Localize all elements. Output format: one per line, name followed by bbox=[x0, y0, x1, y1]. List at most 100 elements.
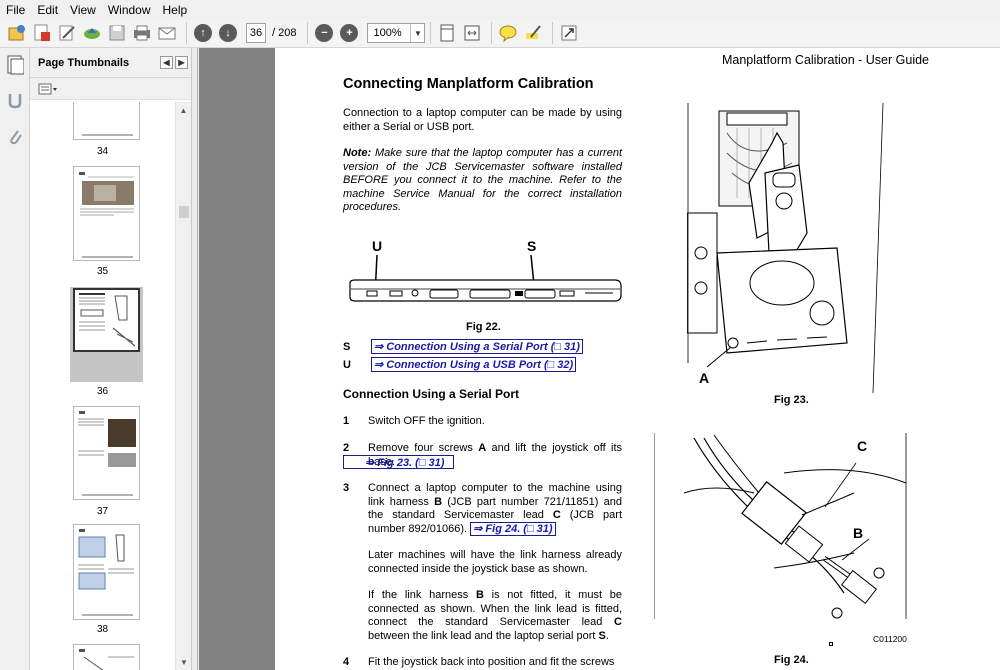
zoom-select[interactable]: 100% ▼ bbox=[367, 23, 426, 43]
thumbnails-header: Page Thumbnails ◀ ▶ bbox=[30, 48, 191, 78]
paperclip-icon[interactable] bbox=[4, 126, 26, 148]
ref-letter: U bbox=[343, 358, 351, 371]
step-text: Fit the joystick back into position and … bbox=[368, 656, 615, 668]
page-title: Connecting Manplatform Calibration bbox=[343, 76, 594, 92]
menu-edit[interactable]: Edit bbox=[37, 3, 58, 17]
thumbnail-scrollbar[interactable]: ▲ ▼ bbox=[175, 102, 191, 670]
fig24-caption: Fig 24. bbox=[774, 654, 809, 666]
joystick-illustration bbox=[687, 103, 884, 393]
next-page-icon[interactable]: ↓ bbox=[217, 22, 239, 44]
step-number: 4 bbox=[343, 656, 350, 668]
toolbar-separator bbox=[491, 22, 493, 44]
collapse-panel-icon[interactable]: ◀ bbox=[160, 56, 173, 69]
link-usb-port[interactable]: ⇒ Connection Using a USB Port (□ 32) bbox=[371, 357, 577, 372]
highlight-icon[interactable] bbox=[522, 22, 544, 44]
thumbnails-panel: Page Thumbnails ◀ ▶ 34 35 36 37 38 ▲ ▼ bbox=[30, 48, 192, 670]
figure-code: C011200 bbox=[873, 634, 907, 644]
thumbnail-page[interactable] bbox=[73, 524, 140, 620]
fig22-label-s: S bbox=[527, 238, 537, 254]
link-fig23[interactable]: ⇒ Fig 23. (□ 31) bbox=[365, 456, 444, 469]
fig23-caption: Fig 23. bbox=[774, 394, 809, 406]
thumbnail-page-number: 36 bbox=[96, 386, 109, 397]
page-thumbnails-icon[interactable] bbox=[4, 54, 26, 76]
step-number: 3 bbox=[343, 482, 350, 494]
menu-help[interactable]: Help bbox=[163, 3, 188, 17]
fit-width-icon[interactable] bbox=[461, 22, 483, 44]
document-viewer[interactable]: Manplatform Calibration - User Guide Con… bbox=[199, 48, 1000, 670]
note-label: Note: bbox=[343, 147, 372, 159]
email-icon[interactable] bbox=[156, 22, 178, 44]
chevron-down-icon[interactable]: ▼ bbox=[410, 24, 424, 42]
section-heading: Connection Using a Serial Port bbox=[343, 387, 520, 401]
menu-view[interactable]: View bbox=[70, 3, 96, 17]
menu-file[interactable]: File bbox=[6, 3, 25, 17]
step-text: Later machines will have the link harnes… bbox=[368, 549, 622, 575]
menu-window[interactable]: Window bbox=[108, 3, 151, 17]
open-icon[interactable] bbox=[6, 22, 28, 44]
fit-page-icon[interactable] bbox=[436, 22, 458, 44]
thumbnail-options[interactable] bbox=[30, 78, 191, 100]
scroll-down-icon[interactable]: ▼ bbox=[176, 654, 192, 670]
fig24-label-b: B bbox=[853, 525, 864, 541]
menu-bar: File Edit View Window Help bbox=[0, 0, 1000, 19]
note-text: Make sure that the laptop computer has a… bbox=[343, 147, 622, 213]
step-text: Switch OFF the ignition. bbox=[368, 415, 485, 427]
thumbnail-page[interactable] bbox=[73, 406, 140, 500]
reference-serial: S ⇒ Connection Using a Serial Port (□ 31… bbox=[343, 339, 583, 354]
thumbnail-page-number: 37 bbox=[96, 506, 109, 517]
toolbar-separator bbox=[552, 22, 554, 44]
expand-icon[interactable] bbox=[558, 22, 580, 44]
thumbnail-page-number: 35 bbox=[96, 266, 109, 277]
thumbnail-page[interactable] bbox=[73, 166, 140, 261]
thumbnail-page-number: 38 bbox=[96, 624, 109, 635]
page-number-input[interactable]: 36 bbox=[246, 23, 266, 43]
intro-paragraph: Connection to a laptop computer can be m… bbox=[343, 107, 622, 133]
toolbar-separator bbox=[186, 22, 187, 44]
thumbnail-page[interactable] bbox=[73, 644, 140, 670]
thumbnail-page-number: 34 bbox=[96, 146, 109, 157]
thumbnail-list[interactable]: 34 35 36 37 38 bbox=[30, 102, 175, 670]
harness-illustration bbox=[654, 433, 907, 619]
scroll-up-icon[interactable]: ▲ bbox=[176, 102, 191, 118]
step-number: 2 bbox=[343, 442, 350, 454]
options-menu-icon[interactable] bbox=[38, 83, 60, 95]
ref-letter: S bbox=[343, 340, 351, 353]
comment-icon[interactable] bbox=[497, 22, 519, 44]
toolbar-separator bbox=[307, 22, 309, 44]
reference-usb: U ⇒ Connection Using a USB Port (□ 32) bbox=[343, 357, 577, 372]
toolbar: ↑ ↓ 36 / 208 − + 100% ▼ bbox=[0, 19, 1000, 48]
save-icon[interactable] bbox=[106, 22, 128, 44]
document-page: Manplatform Calibration - User Guide Con… bbox=[275, 48, 1000, 670]
toolbar-separator bbox=[430, 22, 432, 44]
fig22-caption: Fig 22. bbox=[466, 321, 501, 333]
page-marker bbox=[829, 642, 833, 646]
zoom-value: 100% bbox=[373, 27, 402, 39]
cloud-upload-icon[interactable] bbox=[81, 22, 103, 44]
thumbnails-title: Page Thumbnails bbox=[38, 56, 130, 69]
print-icon[interactable] bbox=[131, 22, 153, 44]
previous-page-icon[interactable]: ↑ bbox=[192, 22, 214, 44]
laptop-ports-illustration bbox=[349, 254, 622, 302]
zoom-out-icon[interactable]: − bbox=[313, 22, 335, 44]
link-serial-port[interactable]: ⇒ Connection Using a Serial Port (□ 31) bbox=[371, 339, 583, 354]
fig24-label-c: C bbox=[857, 438, 868, 454]
expand-panel-icon[interactable]: ▶ bbox=[175, 56, 188, 69]
step-text: Connect a laptop computer to the machine… bbox=[368, 482, 622, 536]
step-text: If the link harness B is not fitted, it … bbox=[368, 589, 622, 642]
edit-icon[interactable] bbox=[56, 22, 78, 44]
link-fig24[interactable]: ⇒ Fig 24. (□ 31) bbox=[470, 521, 556, 536]
running-header: Manplatform Calibration - User Guide bbox=[721, 53, 929, 67]
scrollbar-thumb[interactable] bbox=[179, 206, 189, 218]
fig23-label-a: A bbox=[699, 370, 710, 386]
zoom-in-icon[interactable]: + bbox=[338, 22, 360, 44]
panel-splitter[interactable] bbox=[192, 48, 198, 670]
thumbnail-page[interactable] bbox=[73, 102, 140, 140]
note-paragraph: Note: Make sure that the laptop computer… bbox=[343, 147, 622, 215]
fig22-label-u: U bbox=[372, 238, 383, 254]
page-total: / 208 bbox=[272, 27, 297, 39]
create-pdf-icon[interactable] bbox=[31, 22, 53, 44]
navigation-rail bbox=[0, 48, 30, 670]
thumbnail-page-current[interactable] bbox=[73, 288, 140, 352]
step-number: 1 bbox=[343, 415, 350, 427]
signatures-icon[interactable] bbox=[4, 90, 26, 112]
